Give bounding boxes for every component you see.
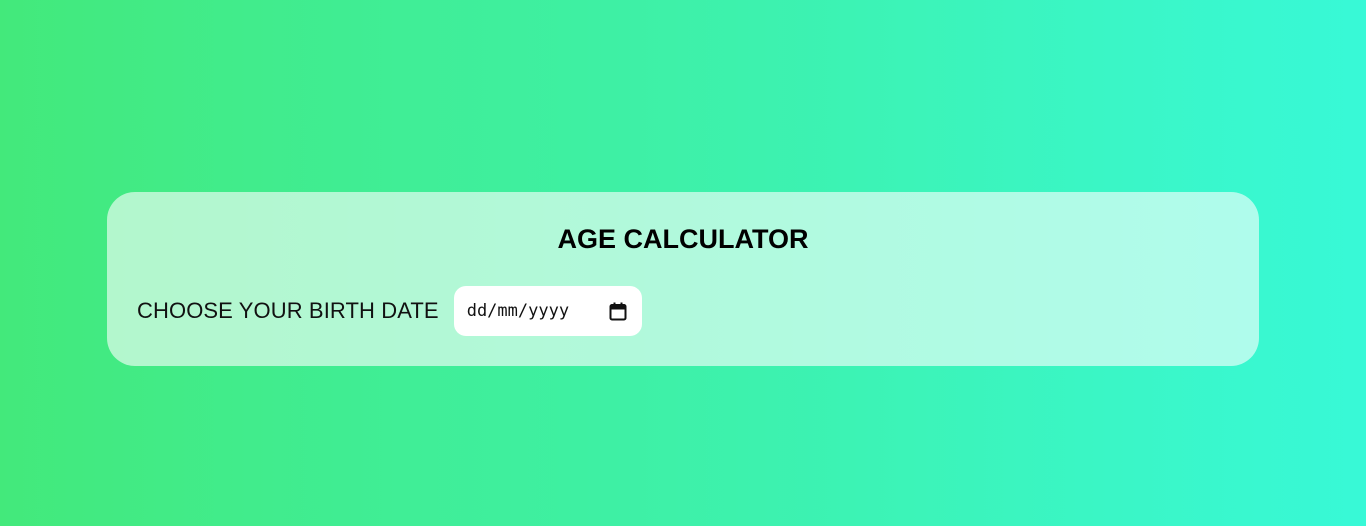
birth-date-row: CHOOSE YOUR BIRTH DATE dd/mm/yyyy [137, 286, 642, 336]
calendar-icon[interactable] [608, 301, 628, 321]
birth-date-label: CHOOSE YOUR BIRTH DATE [137, 298, 439, 323]
birth-date-input[interactable]: dd/mm/yyyy [453, 286, 642, 336]
age-calculator-card: AGE CALCULATOR CHOOSE YOUR BIRTH DATE dd… [107, 192, 1259, 366]
page-title: AGE CALCULATOR [557, 224, 809, 254]
birth-date-placeholder: dd/mm/yyyy [466, 301, 570, 321]
